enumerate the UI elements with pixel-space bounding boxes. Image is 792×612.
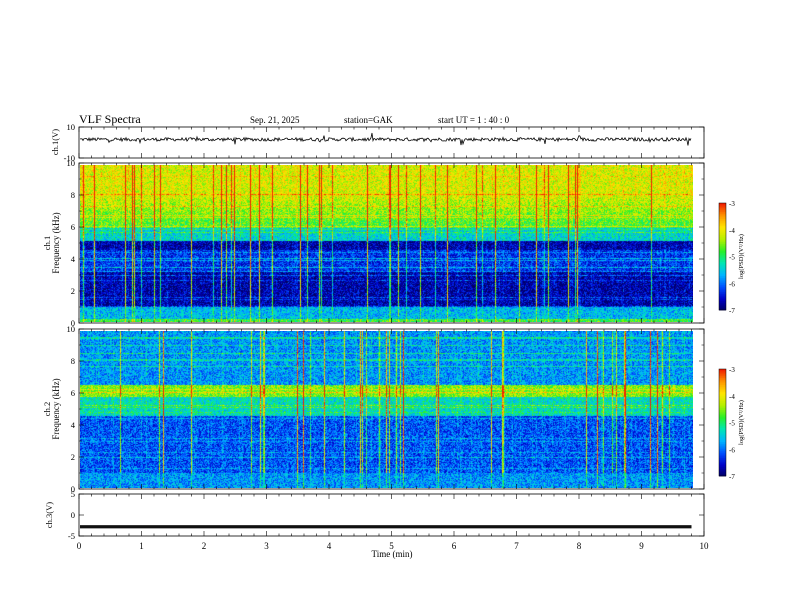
ch2-spectrogram-y-tick-label: 2 — [71, 452, 75, 462]
ch2-spectrogram-y-tick-label: 6 — [71, 388, 75, 398]
ch2-spectrogram — [80, 331, 693, 488]
ch1-spectrogram-y-tick-label: 8 — [71, 190, 75, 200]
ch3-waveform-band — [80, 525, 692, 529]
vlf-spectra-figure: VLF Spectra Sep. 21, 2025 station=GAK st… — [42, 112, 745, 559]
x-tick-label: 2 — [202, 541, 207, 551]
ch2-spectrogram-y-tick-label: 8 — [71, 356, 75, 366]
colorbar-tick-label: -4 — [729, 393, 735, 401]
ch2-spectrogram-y-tick-label: 10 — [67, 324, 76, 334]
x-tick-label: 6 — [452, 541, 457, 551]
ch1-spectrogram-y-tick-label: 4 — [71, 254, 76, 264]
colorbar-tick-label: -6 — [729, 446, 735, 454]
x-tick-label: 9 — [639, 541, 644, 551]
colorbar-label: log(PSD)(V²/Hz) — [738, 400, 745, 445]
ch1-spectrogram-y-tick-label: 10 — [67, 158, 76, 168]
colorbar-tick-label: -5 — [729, 254, 735, 262]
ch1-waveform-ylabel: ch.1(V) — [50, 129, 60, 155]
ch1-spectrogram-y-tick-label: 2 — [71, 286, 75, 296]
colorbar-tick-label: -7 — [729, 307, 735, 315]
station-label: station=GAK — [344, 115, 393, 125]
colorbar-tick-label: -5 — [729, 420, 735, 428]
x-axis-label: Time (min) — [372, 549, 413, 559]
ch1-waveform-trace — [80, 132, 692, 146]
colorbar-tick-label: -6 — [729, 280, 735, 288]
x-tick-label: 1 — [139, 541, 144, 551]
colorbar-label: log(PSD)(V²/Hz) — [738, 234, 745, 279]
colorbar-tick-label: -4 — [729, 227, 735, 235]
ch3-waveform-frame — [78, 493, 705, 537]
x-tick-label: 0 — [77, 541, 82, 551]
start-time-label: start UT = 1 : 40 : 0 — [438, 115, 510, 125]
x-tick-label: 10 — [700, 541, 710, 551]
ch3-waveform-y-tick-label: -5 — [68, 531, 75, 541]
colorbar-tick-label: -3 — [729, 366, 735, 374]
ch1-spectrogram-y-tick-label: 6 — [71, 222, 75, 232]
colorbar-tick-label: -7 — [729, 473, 735, 481]
x-tick-label: 4 — [327, 541, 332, 551]
x-tick-label: 8 — [577, 541, 582, 551]
figure-title: VLF Spectra — [79, 112, 141, 126]
ch1-spectrogram — [80, 165, 693, 322]
ch3-waveform-trace — [80, 525, 692, 529]
x-tick-label: 7 — [514, 541, 519, 551]
ch2-spectrogram-ylabel-frequency: Frequency (kHz) — [51, 378, 61, 439]
date-label: Sep. 21, 2025 — [250, 115, 300, 125]
ch3-waveform-y-tick-label: 0 — [71, 510, 75, 520]
ch1-spectrogram-ylabel-frequency: Frequency (kHz) — [51, 212, 61, 273]
ch2-spectrogram-y-tick-label: 4 — [71, 420, 76, 430]
x-tick-label: 3 — [264, 541, 269, 551]
colorbar-tick-label: -3 — [729, 200, 735, 208]
ch1-waveform-y-tick-label: 10 — [67, 122, 76, 132]
ch3-waveform-ylabel: ch.3(V) — [44, 502, 54, 528]
ch3-waveform-y-tick-label: 5 — [71, 489, 75, 499]
